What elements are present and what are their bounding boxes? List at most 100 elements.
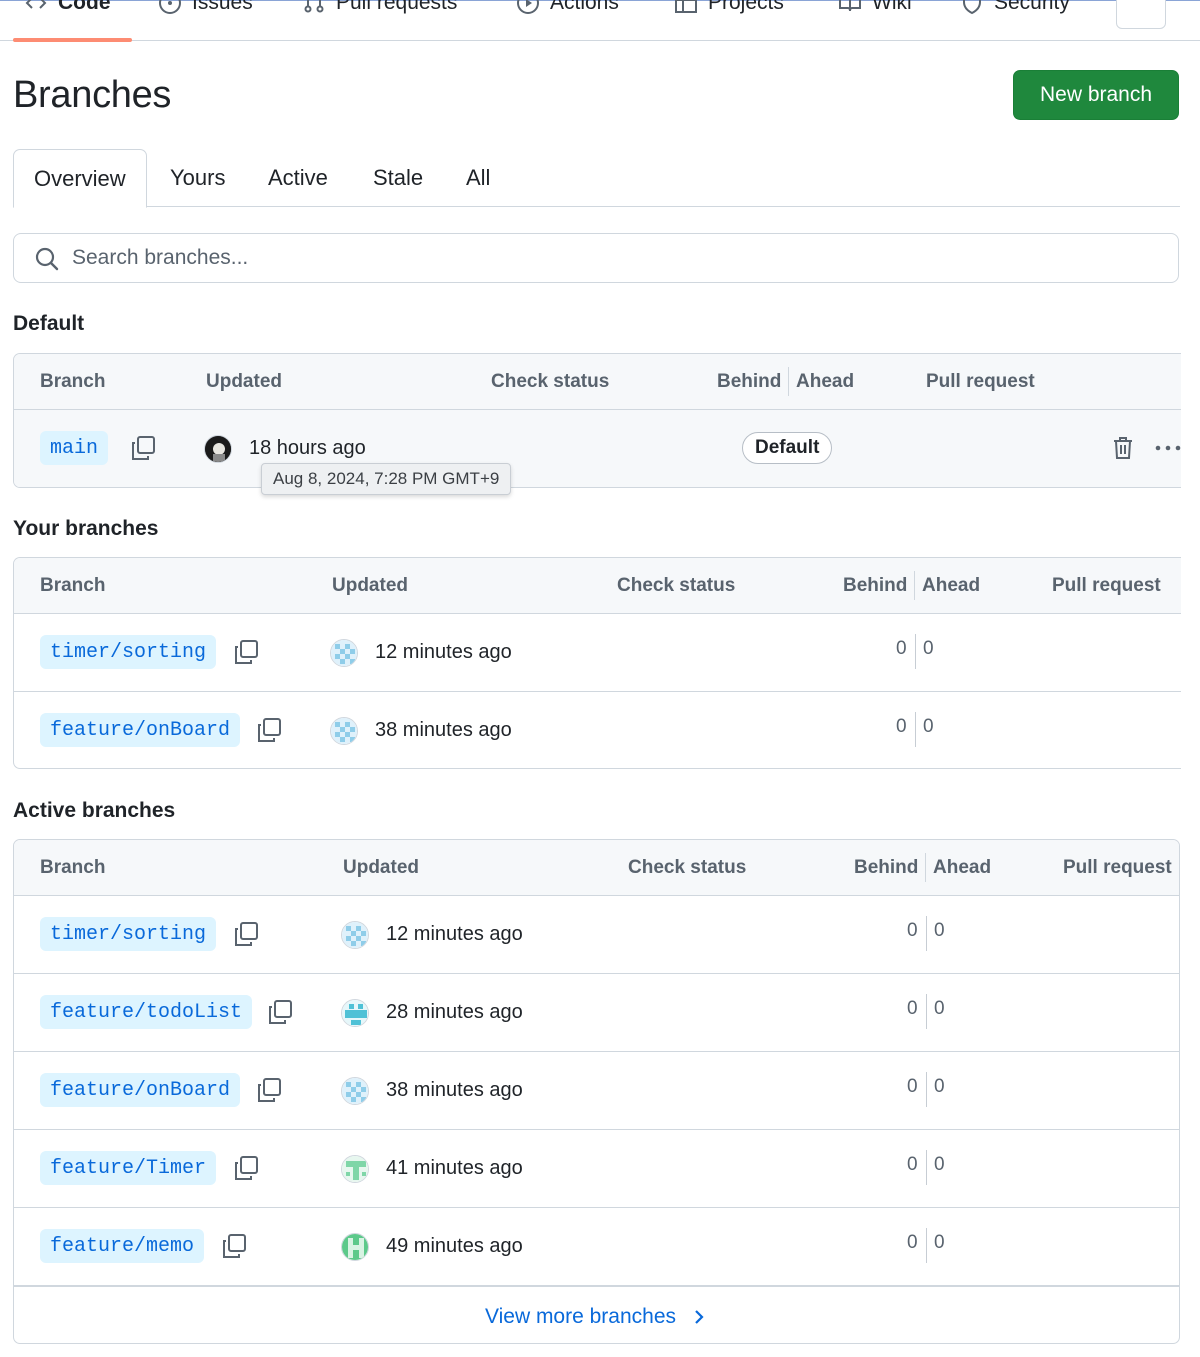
table-icon <box>675 0 697 13</box>
branch-link[interactable]: main <box>40 431 109 465</box>
copy-icon[interactable] <box>232 920 260 948</box>
copy-icon[interactable] <box>255 716 283 744</box>
table-row: timer/sorting 12 minutes ago 0 0 <box>14 614 1181 692</box>
column-ahead: Ahead <box>933 857 992 878</box>
tab-overview[interactable]: Overview <box>13 149 147 208</box>
nav-tab-label: Issues <box>192 0 253 14</box>
column-divider <box>914 571 915 600</box>
copy-icon[interactable] <box>232 638 260 666</box>
column-check-status: Check status <box>628 857 747 878</box>
behind-count: 0 <box>907 1232 918 1253</box>
issue-opened-icon <box>159 0 181 14</box>
view-more-branches-link[interactable]: View more branches <box>14 1287 1179 1343</box>
column-branch: Branch <box>40 371 106 392</box>
column-updated: Updated <box>206 371 282 392</box>
column-pull-request: Pull request <box>1063 857 1172 878</box>
avatar <box>341 999 369 1027</box>
branch-link[interactable]: timer/sorting <box>40 917 217 951</box>
column-ahead: Ahead <box>922 575 981 596</box>
nav-tab-label: Projects <box>708 0 784 14</box>
branch-link[interactable]: timer/sorting <box>40 635 217 669</box>
chevron-right-icon <box>695 1310 704 1324</box>
branch-link[interactable]: feature/onBoard <box>40 1073 241 1107</box>
tab-yours[interactable]: Yours <box>170 149 225 207</box>
ahead-count: 0 <box>934 1076 945 1097</box>
table-row: feature/Timer 41 minutes ago 0 0 <box>14 1130 1179 1208</box>
updated-time: 38 minutes ago <box>386 1079 523 1101</box>
behind-count: 0 <box>907 1076 918 1097</box>
ahead-count: 0 <box>934 1232 945 1253</box>
column-behind: Behind <box>717 371 782 392</box>
branch-link[interactable]: feature/Timer <box>40 1151 217 1185</box>
count-divider <box>915 712 916 747</box>
nav-tab-security[interactable]: Security <box>960 0 1070 19</box>
nav-tab-code[interactable]: Code <box>24 0 111 19</box>
search-input[interactable] <box>70 240 1160 276</box>
nav-tab-actions[interactable]: Actions <box>516 0 619 19</box>
play-icon <box>517 0 539 14</box>
nav-more-button[interactable] <box>1116 0 1166 29</box>
nav-tab-label: Actions <box>550 0 619 14</box>
table-header: Branch Updated Check status Behind Ahead… <box>14 354 1181 410</box>
count-divider <box>926 1072 927 1107</box>
default-section-title: Default <box>13 312 85 335</box>
copy-icon[interactable] <box>129 434 157 462</box>
avatar <box>341 921 369 949</box>
nav-tab-label: Code <box>58 0 111 14</box>
behind-count: 0 <box>907 1154 918 1175</box>
ahead-count: 0 <box>934 920 945 941</box>
default-branches-table: Branch Updated Check status Behind Ahead… <box>13 353 1181 488</box>
copy-icon[interactable] <box>220 1232 248 1260</box>
avatar <box>341 1233 369 1261</box>
table-header: Branch Updated Check status Behind Ahead… <box>14 840 1179 896</box>
table-row: timer/sorting 12 minutes ago 0 0 <box>14 896 1179 974</box>
count-divider <box>926 1228 927 1263</box>
nav-tab-issues[interactable]: Issues <box>158 0 253 19</box>
column-ahead: Ahead <box>796 371 855 392</box>
column-divider <box>925 853 926 882</box>
page-title: Branches <box>13 74 172 116</box>
count-divider <box>926 1150 927 1185</box>
avatar <box>341 1077 369 1105</box>
repo-nav: Code Issues Pull requests Actions Projec… <box>0 0 1200 42</box>
default-badge: Default <box>742 432 833 464</box>
tab-stale[interactable]: Stale <box>373 149 423 207</box>
timestamp-tooltip: Aug 8, 2024, 7:28 PM GMT+9 <box>261 463 512 495</box>
table-row: feature/onBoard 38 minutes ago 0 0 <box>14 1052 1179 1130</box>
nav-tab-pull-requests[interactable]: Pull requests <box>302 0 457 19</box>
column-pull-request: Pull request <box>1052 575 1161 596</box>
count-divider <box>915 634 916 669</box>
trash-icon[interactable] <box>1110 435 1136 461</box>
behind-count: 0 <box>907 998 918 1019</box>
branch-link[interactable]: feature/todoList <box>40 995 253 1029</box>
updated-time: 41 minutes ago <box>386 1157 523 1179</box>
behind-count: 0 <box>896 716 907 737</box>
avatar <box>341 1155 369 1183</box>
active-branches-title: Active branches <box>13 799 176 822</box>
updated-time: 12 minutes ago <box>375 641 512 663</box>
tab-active[interactable]: Active <box>268 149 328 207</box>
nav-tab-label: Pull requests <box>336 0 458 14</box>
column-pull-request: Pull request <box>926 371 1035 392</box>
table-row: main 18 hours ago Default <box>14 410 1181 487</box>
nav-tab-projects[interactable]: Projects <box>674 0 784 19</box>
nav-tab-label: Wiki <box>872 0 912 14</box>
nav-tab-wiki[interactable]: Wiki <box>838 0 912 19</box>
updated-time: 18 hours ago <box>249 437 366 459</box>
active-tab-indicator <box>13 38 132 42</box>
kebab-horizontal-icon[interactable] <box>1154 435 1181 461</box>
column-check-status: Check status <box>491 371 610 392</box>
tab-all[interactable]: All <box>466 149 490 207</box>
branch-link[interactable]: feature/onBoard <box>40 713 241 747</box>
branch-link[interactable]: feature/memo <box>40 1229 205 1263</box>
updated-time: 38 minutes ago <box>375 719 512 741</box>
new-branch-button[interactable]: New branch <box>1013 70 1179 120</box>
avatar <box>330 639 358 667</box>
git-pull-request-icon <box>304 0 324 13</box>
ahead-count: 0 <box>934 1154 945 1175</box>
copy-icon[interactable] <box>266 998 294 1026</box>
copy-icon[interactable] <box>232 1154 260 1182</box>
count-divider <box>926 994 927 1029</box>
copy-icon[interactable] <box>255 1076 283 1104</box>
column-branch: Branch <box>40 575 106 596</box>
